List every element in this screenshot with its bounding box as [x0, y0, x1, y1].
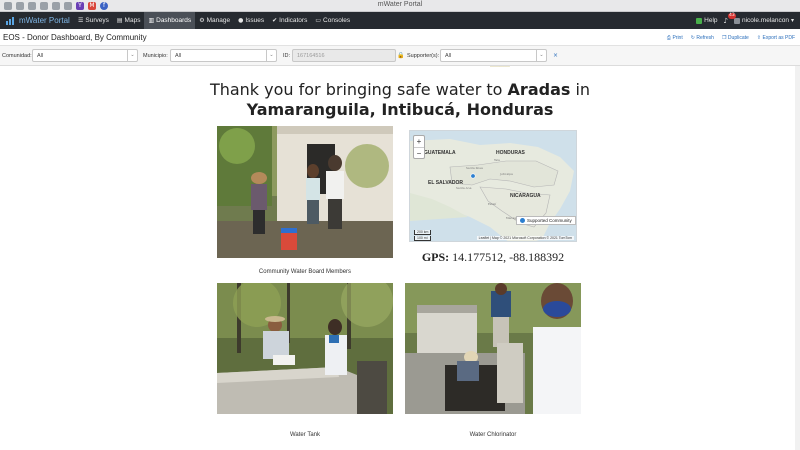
zoom-out-button[interactable]: −	[414, 147, 424, 158]
top-navbar: mWater Portal ☰ Surveys ▤ Maps ▥ Dashboa…	[0, 12, 800, 29]
nav-issues[interactable]: ● Issues	[234, 12, 268, 29]
print-icon: ⎙	[666, 35, 671, 41]
page-scrollbar[interactable]	[795, 66, 800, 450]
nav-surveys[interactable]: ☰ Surveys	[74, 12, 113, 29]
map-icon: ▤	[116, 17, 123, 24]
refresh-icon: ↻	[690, 35, 695, 41]
supporters-label: Supporter(s):	[407, 53, 440, 59]
community-name: Aradas	[507, 80, 571, 99]
brand-logo[interactable]: mWater Portal	[0, 16, 74, 25]
map-label-honduras: HONDURAS	[496, 150, 525, 156]
svg-text:Santa Rosa: Santa Rosa	[466, 166, 483, 170]
bell-icon: ♪	[723, 16, 728, 25]
supporters-select[interactable]: All ⌄	[440, 49, 547, 62]
thank-you-heading: Thank you for bringing safe water to Ara…	[209, 80, 591, 99]
map-legend: Supported Community	[516, 216, 576, 225]
window-title: mWater Portal	[377, 1, 423, 8]
map-label-guatemala: GUATEMALA	[424, 150, 456, 156]
nav-consoles[interactable]: ▭ Consoles	[311, 12, 354, 29]
chevron-down-icon: ⌄	[127, 50, 137, 61]
alert-icon: ●	[238, 17, 244, 24]
gear-icon: ⚙	[199, 17, 205, 24]
community-water-board-photo	[217, 126, 393, 258]
nav-manage[interactable]: ⚙ Manage	[195, 12, 234, 29]
print-button[interactable]: ⎙ Print	[667, 35, 683, 41]
svg-text:Santa Ana: Santa Ana	[456, 186, 472, 190]
community-map[interactable]: Santa Rosa Tela Juticalpa Santa Ana Este…	[409, 130, 577, 242]
nav-maps[interactable]: ▤ Maps	[113, 12, 145, 29]
map-label-nicaragua: NICARAGUA	[510, 193, 541, 199]
monitor-icon: ▭	[315, 17, 322, 24]
photo-caption: Water Tank	[289, 432, 320, 438]
nav-dashboards[interactable]: ▥ Dashboards	[144, 12, 196, 29]
location-heading: Yamaranguila, Intibucá, Honduras	[246, 100, 554, 119]
municipio-select[interactable]: All ⌄	[170, 49, 277, 62]
check-circle-icon: ✔	[272, 17, 278, 24]
id-label: ID:	[283, 53, 291, 59]
map-attribution[interactable]: Leaflet | Map © 2021 Microsoft Corporati…	[476, 236, 574, 240]
filter-note-mark: ────────	[490, 65, 510, 69]
mwater-logo-icon	[6, 16, 16, 25]
bar-chart-icon: ▥	[148, 17, 155, 24]
filter-bar: Comunidad: All ⌄ Municipio: All ⌄ ID: 16…	[0, 46, 800, 66]
avatar	[734, 17, 740, 24]
chevron-down-icon: ⌄	[266, 50, 276, 61]
photo-caption: Community Water Board Members	[258, 269, 352, 275]
svg-text:Estelí: Estelí	[488, 202, 496, 206]
help-button[interactable]: Help	[696, 17, 718, 24]
page-title: EOS - Donor Dashboard, By Community	[3, 33, 147, 42]
chevron-down-icon: ▾	[790, 17, 794, 24]
photo-caption: Water Chlorinator	[469, 432, 517, 438]
clear-filters-icon[interactable]: ×	[553, 52, 558, 59]
chevron-down-icon: ⌄	[536, 50, 546, 61]
nav-indicators[interactable]: ✔ Indicators	[268, 12, 311, 29]
notifications-button[interactable]: ♪ 43	[723, 12, 737, 25]
dashboard-header: EOS - Donor Dashboard, By Community ⎙ Pr…	[0, 29, 800, 46]
export-icon: ⇪	[756, 35, 761, 41]
dashboard-actions: ⎙ Print ↻ Refresh ❐ Duplicate ⇪ Export a…	[667, 35, 795, 41]
svg-text:Tela: Tela	[493, 158, 500, 162]
duplicate-button[interactable]: ❐ Duplicate	[722, 35, 749, 41]
lock-icon: 🔒	[397, 52, 405, 59]
browser-toolbar: Y M f mWater Portal	[0, 0, 800, 12]
map-label-el-salvador: EL SALVADOR	[428, 180, 464, 186]
supported-community-marker-icon	[520, 218, 525, 223]
water-tank-photo	[217, 283, 393, 414]
user-name: nicole.melancon	[742, 17, 789, 24]
map-scale: 200 km 100 mi	[414, 230, 432, 241]
municipio-label: Municipio:	[143, 53, 168, 59]
gps-coordinates: GPS: 14.177512, -88.188392	[421, 250, 565, 264]
notification-badge: 43	[727, 12, 737, 19]
water-chlorinator-photo	[405, 283, 581, 414]
zoom-in-button[interactable]: +	[414, 136, 424, 147]
user-menu[interactable]: nicole.melancon ▾	[734, 17, 794, 24]
comunidad-select[interactable]: All ⌄	[32, 49, 138, 62]
map-zoom-controls: + −	[413, 135, 425, 159]
svg-text:Juticalpa: Juticalpa	[499, 172, 513, 176]
comunidad-label: Comunidad:	[2, 53, 32, 59]
help-icon	[696, 17, 703, 24]
duplicate-icon: ❐	[721, 35, 727, 41]
list-icon: ☰	[78, 17, 84, 24]
refresh-button[interactable]: ↻ Refresh	[691, 35, 714, 41]
brand-name: mWater Portal	[19, 16, 70, 25]
export-pdf-button[interactable]: ⇪ Export as PDF	[757, 35, 795, 41]
id-field: 167164516	[292, 49, 396, 62]
